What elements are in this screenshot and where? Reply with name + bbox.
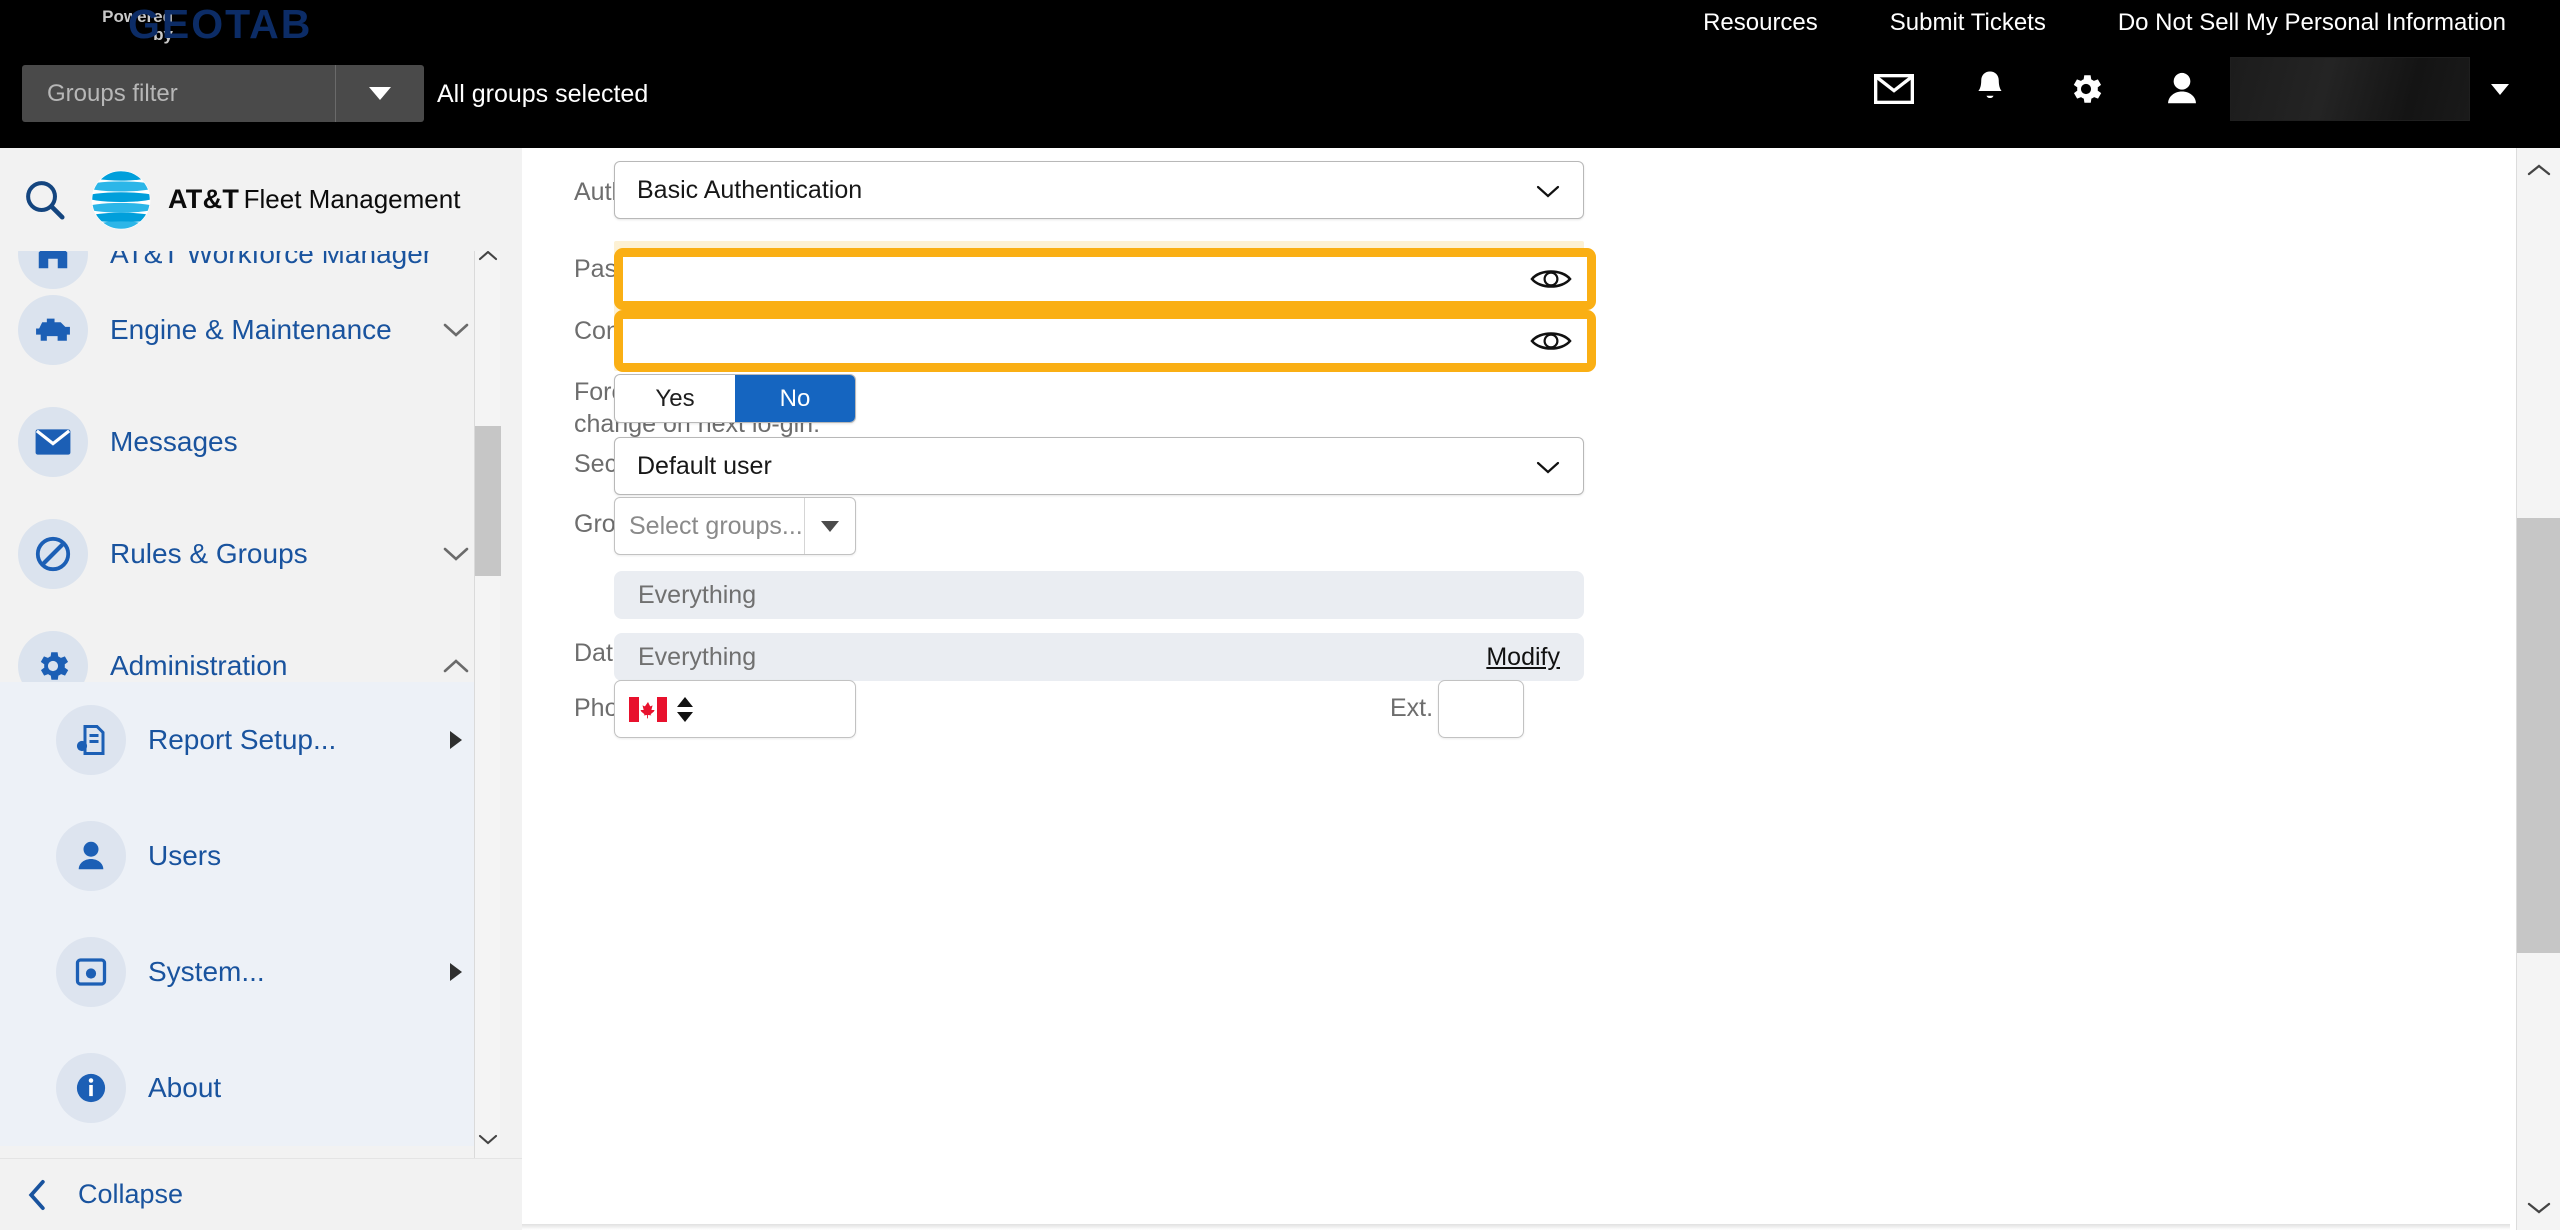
sidebar-item-system[interactable]: System... [0,914,500,1030]
authentication-type-select[interactable]: Basic Authentication [614,161,1584,219]
user-icon[interactable] [2134,56,2230,122]
link-do-not-sell-my-personal-information[interactable]: Do Not Sell My Personal Information [2082,0,2542,46]
sidebar-header: AT&T Fleet Management [0,148,522,251]
sidebar-item-messages[interactable]: Messages [0,386,500,498]
all-groups-selected-label: All groups selected [437,80,649,108]
top-icon-bar [1846,56,2530,122]
confirm-password-field[interactable] [614,310,1596,372]
sidebar-scrollbar-thumb[interactable] [475,426,501,576]
sidebar-nav: AT&T Workforce Manager Engine & Maintena… [0,236,500,1158]
sidebar-item-label: Administration [110,650,288,681]
geotab-logo: GEOTAB [128,1,312,48]
main-scrollbar[interactable] [2516,148,2560,1230]
bell-icon[interactable] [1942,56,2038,122]
sidebar-item-label: Rules & Groups [110,538,308,569]
chevron-down-icon[interactable] [438,545,474,563]
engine-icon [18,295,88,365]
phone-number-field[interactable] [614,680,856,738]
link-resources[interactable]: Resources [1667,0,1854,46]
rules-icon [18,519,88,589]
password-input[interactable] [623,257,1515,301]
force-password-change-toggle[interactable]: Yes No [614,374,856,423]
phone-ext-label: Ext. [1390,694,1434,722]
security-clearance-select[interactable]: Default user [614,437,1584,495]
scroll-up-icon[interactable] [2517,148,2560,192]
chevron-down-icon [1535,451,1561,482]
geotab-logo-text: GEOTAB [128,1,313,47]
att-wordmark: AT&T Fleet Management [168,184,460,214]
phone-ext-input[interactable] [1438,680,1524,738]
groups-filter-chevron-down-icon[interactable] [336,87,424,100]
sidebar-scrollbar[interactable] [474,236,501,1158]
top-nav-links: Resources Submit Tickets Do Not Sell My … [1667,0,2542,46]
chevron-up-icon[interactable] [438,657,474,675]
about-icon [56,1053,126,1123]
sidebar-scroll-down-icon[interactable] [475,1120,501,1158]
groups-filter-dropdown[interactable]: Groups filter [22,65,424,122]
collapse-label: Collapse [78,1179,184,1209]
toggle-option-yes[interactable]: Yes [615,375,735,422]
main-scrollbar-thumb[interactable] [2517,518,2560,953]
report-setup-icon [56,705,126,775]
groups-select[interactable]: Select groups... [614,497,856,555]
sidebar-collapse-button[interactable]: Collapse [0,1158,522,1230]
user-edit-form: Authentication type: Basic Authenticatio… [522,148,2510,1230]
sidebar-item-rules-and-groups[interactable]: Rules & Groups [0,498,500,610]
sidebar-item-report-setup[interactable]: Report Setup... [0,682,500,798]
sidebar-item-engine-and-maintenance[interactable]: Engine & Maintenance [0,274,500,386]
mail-icon[interactable] [1846,56,1942,122]
data-access-row: Everything Modify [614,633,1584,681]
country-selector-spinner-icon[interactable] [677,696,693,722]
toggle-option-no[interactable]: No [735,375,855,422]
eye-icon[interactable] [1515,327,1587,355]
chevron-down-icon[interactable] [438,321,474,339]
att-brand-line: AT&T [168,184,240,215]
sidebar-item-about[interactable]: About [0,1030,500,1146]
groups-select-placeholder[interactable]: Select groups... [615,512,804,541]
scroll-down-icon[interactable] [2517,1186,2560,1230]
top-bar: Powered by GEOTAB Groups filter All grou… [0,0,2560,148]
authentication-type-value: Basic Authentication [637,175,863,204]
content-bottom-shadow [522,1224,2510,1230]
groups-selected-pill: Everything [614,571,1584,619]
messages-icon [18,407,88,477]
sidebar-item-label: Engine & Maintenance [110,314,392,345]
sidebar-item-label: Report Setup... [148,724,337,755]
groups-selected-value: Everything [638,580,757,609]
submenu-arrow-right-icon[interactable] [438,963,474,981]
chevron-left-icon [26,1179,48,1211]
search-icon[interactable] [0,177,90,223]
password-field[interactable] [614,248,1596,310]
country-flag-ca-icon[interactable] [629,696,667,722]
users-icon [56,821,126,891]
sidebar-item-label: Messages [110,426,238,457]
chevron-down-icon [1535,175,1561,206]
system-icon [56,937,126,1007]
sidebar-item-label: System... [148,956,265,987]
att-globe-icon [91,170,151,229]
sidebar-item-label: Users [148,840,222,871]
data-access-value: Everything [638,642,757,671]
groups-filter-input[interactable]: Groups filter [22,80,335,108]
sidebar-item-users[interactable]: Users [0,798,500,914]
fleet-management-line: Fleet Management [243,184,461,215]
eye-icon[interactable] [1515,265,1587,293]
data-access-modify-link[interactable]: Modify [1486,643,1560,672]
att-fleet-management-logo: AT&T Fleet Management [90,169,460,231]
security-clearance-value: Default user [637,451,772,480]
groups-chevron-down-icon[interactable] [805,520,855,532]
link-submit-tickets[interactable]: Submit Tickets [1854,0,2082,46]
username-redacted [2230,57,2470,121]
gear-icon[interactable] [2038,56,2134,122]
submenu-arrow-right-icon[interactable] [438,731,474,749]
sidebar-item-label: About [148,1072,222,1103]
sidebar: AT&T Fleet Management AT&T Workforce Man… [0,148,522,1230]
confirm-password-input[interactable] [623,319,1515,363]
user-menu-chevron-down-icon[interactable] [2470,83,2530,95]
